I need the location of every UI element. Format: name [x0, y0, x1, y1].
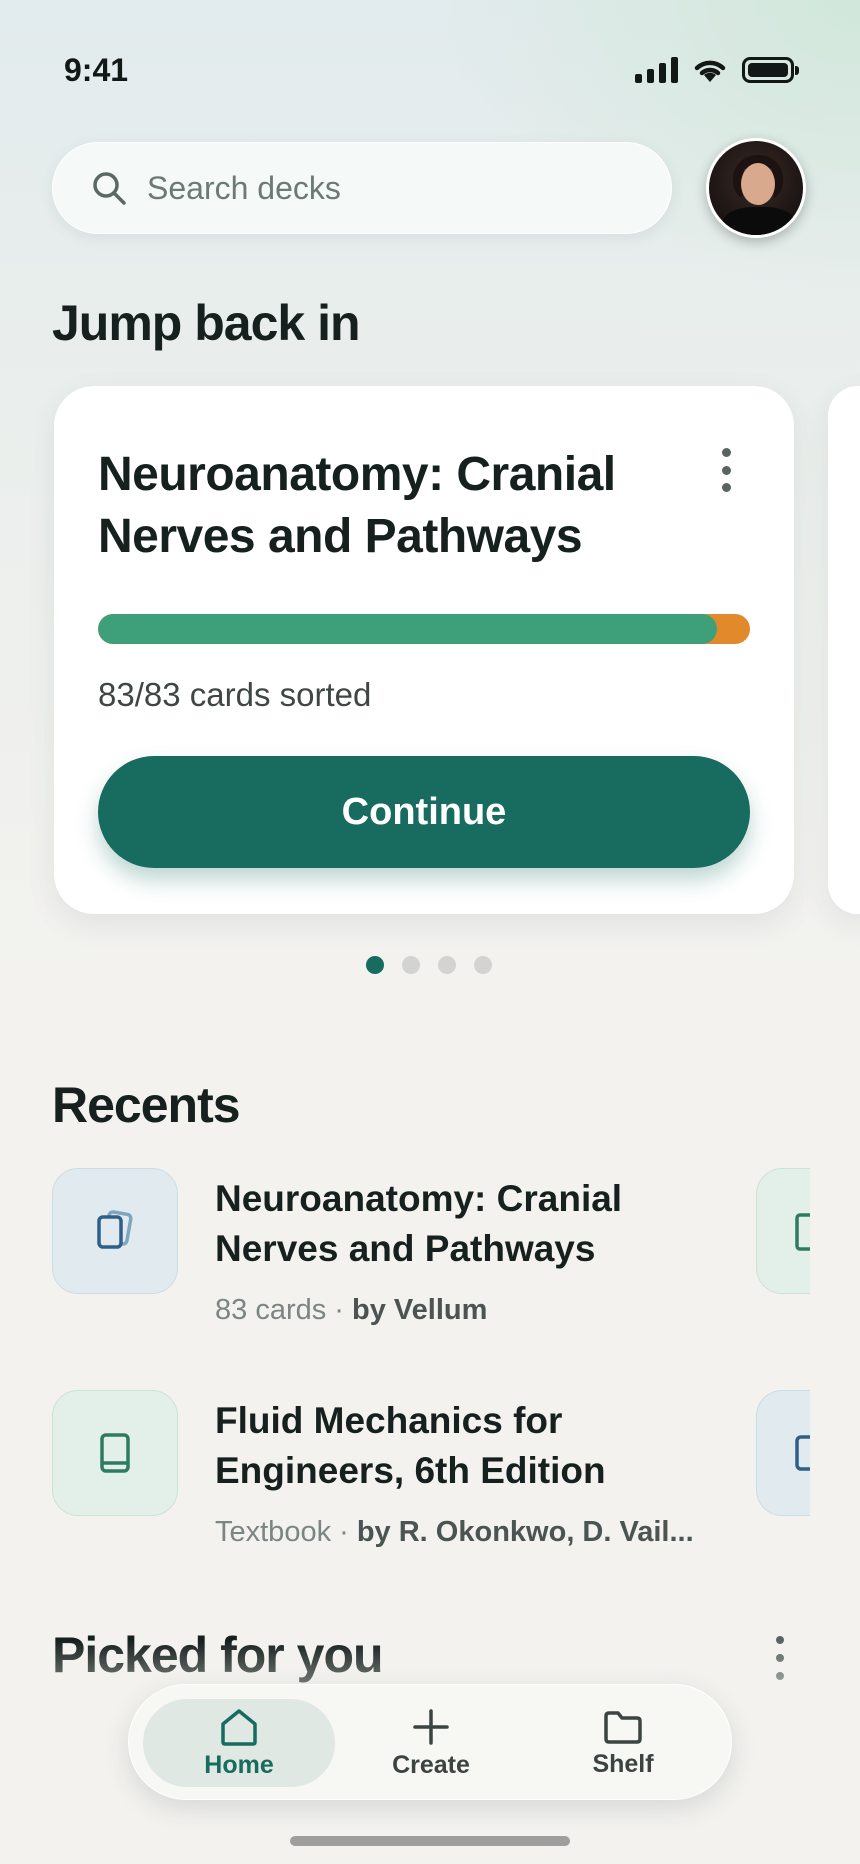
jump-back-heading: Jump back in	[52, 295, 361, 351]
continue-button[interactable]: Continue	[98, 756, 750, 868]
deck-more-options-icon[interactable]	[716, 448, 736, 492]
recents-heading: Recents	[52, 1077, 241, 1133]
tab-create[interactable]: Create	[335, 1699, 527, 1787]
recent-peek-thumbnail[interactable]	[756, 1168, 810, 1294]
recent-meta: Textbook · by R. Okonkwo, D. Vail...	[215, 1516, 694, 1548]
search-bar[interactable]	[52, 142, 672, 234]
plus-icon	[413, 1708, 449, 1745]
recent-meta: 83 cards · by Vellum	[215, 1294, 488, 1326]
battery-icon	[742, 57, 799, 83]
flashcards-icon	[97, 1210, 133, 1249]
recent-peek-thumbnail[interactable]	[756, 1390, 810, 1516]
book-icon	[100, 1433, 130, 1473]
deck-progress-bar	[98, 614, 750, 644]
status-icons	[635, 56, 799, 84]
deck-progress-text: 83/83 cards sorted	[98, 676, 372, 713]
avatar[interactable]	[706, 138, 806, 238]
deck-title: Neuroanatomy: Cranial Nerves and Pathway…	[98, 448, 616, 563]
search-input[interactable]	[147, 169, 627, 207]
home-icon	[221, 1708, 257, 1746]
tab-shelf[interactable]: Shelf	[527, 1699, 719, 1787]
recent-thumbnail	[52, 1390, 178, 1516]
home-indicator	[290, 1836, 570, 1846]
flashcards-icon	[795, 1435, 810, 1471]
tab-home[interactable]: Home	[143, 1699, 335, 1787]
next-deck-card[interactable]	[828, 386, 860, 914]
wifi-icon	[694, 60, 726, 82]
status-time: 9:41	[64, 52, 129, 88]
recent-item[interactable]: Fluid Mechanics for Engineers, 6th Editi…	[52, 1390, 694, 1560]
tab-bar: Home Create Shelf	[128, 1684, 732, 1800]
carousel-dot[interactable]	[438, 956, 456, 974]
recent-title: Neuroanatomy: Cranial Nerves and Pathway…	[215, 1178, 623, 1269]
recent-thumbnail	[52, 1168, 178, 1294]
carousel-dot[interactable]	[474, 956, 492, 974]
tab-label: Shelf	[592, 1749, 654, 1778]
carousel-page-indicator[interactable]	[366, 956, 492, 974]
continue-deck-card[interactable]: Neuroanatomy: Cranial Nerves and Pathway…	[54, 386, 794, 914]
status-bar: 9:41	[0, 0, 860, 140]
recent-title: Fluid Mechanics for Engineers, 6th Editi…	[215, 1400, 606, 1491]
book-icon	[795, 1213, 810, 1251]
recent-item[interactable]: Neuroanatomy: Cranial Nerves and Pathway…	[52, 1168, 672, 1338]
tab-label: Home	[204, 1750, 274, 1779]
carousel-dot[interactable]	[366, 956, 384, 974]
carousel-dot[interactable]	[402, 956, 420, 974]
folder-icon	[604, 1710, 642, 1744]
tab-label: Create	[392, 1750, 470, 1779]
cellular-signal-icon	[635, 57, 678, 83]
search-icon	[93, 172, 126, 205]
deck-progress-fill	[98, 614, 718, 644]
